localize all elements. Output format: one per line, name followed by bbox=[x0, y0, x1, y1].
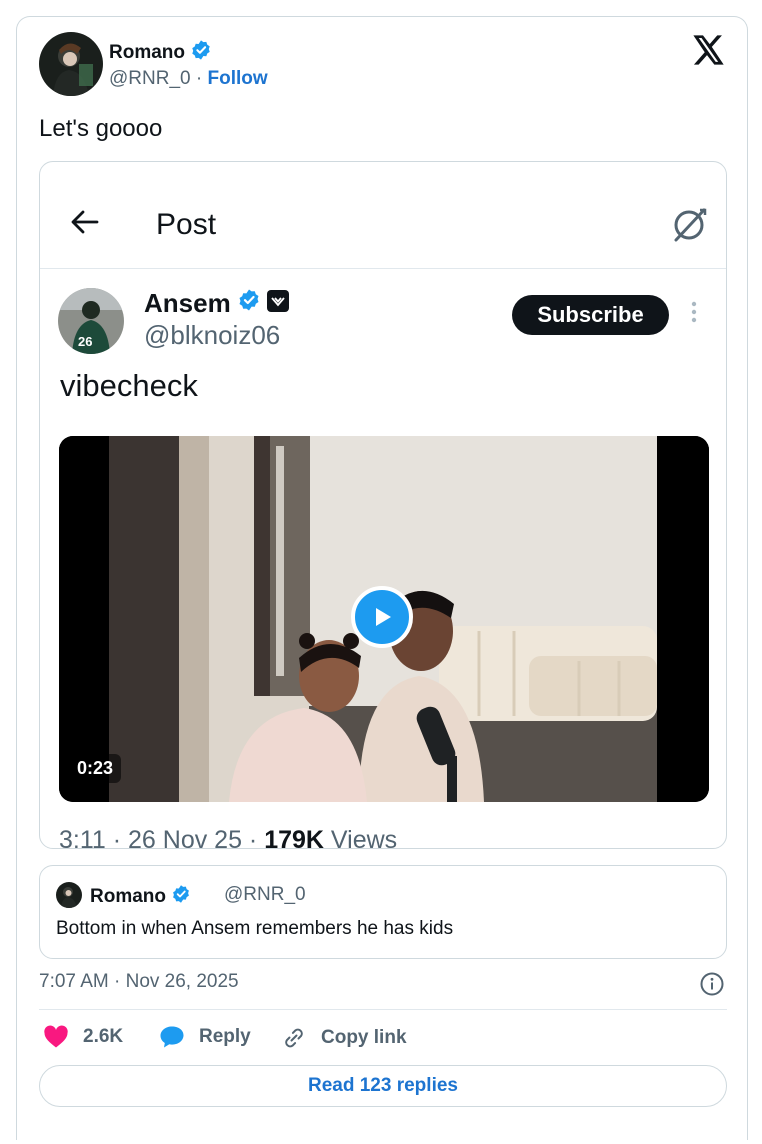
ansem-name: Ansem bbox=[144, 288, 289, 319]
x-logo-icon[interactable] bbox=[693, 35, 727, 67]
quoted-author-name: Romano bbox=[90, 884, 191, 910]
copy-link-button[interactable]: Copy link bbox=[281, 1025, 407, 1051]
quoted-avatar bbox=[56, 882, 82, 908]
verified-badge-icon bbox=[237, 288, 261, 319]
ansem-handle: @blknoiz06 bbox=[144, 320, 281, 350]
grok-icon bbox=[670, 206, 708, 249]
embedded-post-views-count: 179K bbox=[264, 826, 324, 849]
embedded-post-time: 3:11 · 26 Nov 25 · bbox=[59, 826, 265, 849]
embedded-post-text: vibecheck bbox=[60, 368, 198, 403]
quoted-name-label: Romano bbox=[90, 886, 166, 907]
subscribe-button: Subscribe bbox=[512, 295, 669, 335]
embedded-post-screenshot[interactable]: Post 26 Ansem @blknoiz06 Subscribe vibec… bbox=[39, 161, 727, 849]
play-button bbox=[351, 586, 413, 648]
link-icon bbox=[285, 1028, 303, 1048]
quoted-text: Bottom in when Ansem remembers he has ki… bbox=[56, 918, 454, 939]
reply-button[interactable]: Reply bbox=[159, 1025, 251, 1049]
more-dots-icon bbox=[690, 300, 698, 329]
quoted-tweet[interactable]: Romano @RNR_0 Bottom in when Ansem remem… bbox=[39, 865, 727, 959]
follow-button[interactable]: Follow bbox=[207, 68, 267, 89]
author-handle[interactable]: @RNR_0 bbox=[109, 68, 191, 89]
tweet-text: Let's goooo bbox=[39, 115, 163, 142]
reply-label: Reply bbox=[199, 1026, 251, 1047]
affiliate-badge-icon bbox=[266, 288, 289, 319]
author-handle-row: @RNR_0 · Follow bbox=[109, 68, 268, 90]
copy-link-label: Copy link bbox=[321, 1027, 407, 1048]
like-button[interactable]: 2.6K bbox=[43, 1025, 123, 1049]
video-player: 0:23 bbox=[59, 436, 709, 802]
tweet-timestamp[interactable]: 7:07 AM · Nov 26, 2025 bbox=[39, 971, 239, 993]
author-avatar[interactable] bbox=[39, 32, 103, 96]
ansem-avatar-jersey: 26 bbox=[78, 334, 92, 349]
ansem-name-label: Ansem bbox=[144, 288, 231, 318]
like-count: 2.6K bbox=[83, 1026, 124, 1047]
embedded-post-meta: 3:11 · 26 Nov 25 · 179K Views bbox=[59, 826, 398, 849]
verified-badge-icon bbox=[171, 884, 191, 910]
verified-badge-icon bbox=[190, 39, 212, 67]
heart-icon bbox=[44, 1025, 68, 1048]
read-replies-button[interactable]: Read 123 replies bbox=[39, 1065, 727, 1107]
header-divider bbox=[40, 268, 726, 269]
quoted-handle: @RNR_0 bbox=[224, 884, 306, 905]
author-name-label: Romano bbox=[109, 42, 185, 63]
ansem-avatar: 26 bbox=[58, 288, 124, 354]
handle-separator: · bbox=[195, 68, 203, 89]
video-duration: 0:23 bbox=[69, 754, 122, 783]
post-header-title: Post bbox=[156, 208, 217, 241]
info-icon[interactable] bbox=[699, 971, 725, 1002]
actions-divider bbox=[39, 1009, 727, 1010]
embedded-post-views-label: Views bbox=[323, 826, 398, 849]
reply-bubble-icon bbox=[160, 1026, 184, 1048]
tweet-card: Romano @RNR_0 · Follow Let's goooo Post bbox=[16, 16, 748, 1140]
play-icon bbox=[376, 608, 391, 626]
back-arrow-icon bbox=[70, 208, 100, 241]
author-name[interactable]: Romano bbox=[109, 39, 212, 67]
